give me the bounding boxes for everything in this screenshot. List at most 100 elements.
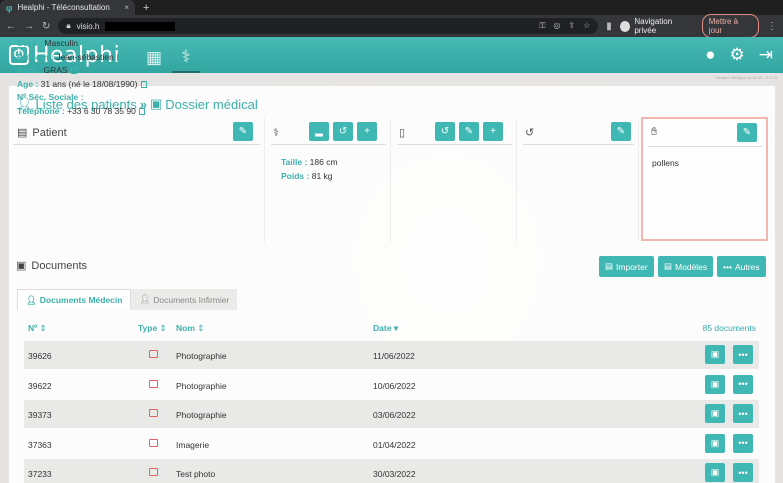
patient-info-list: Sexe : Masculin Prénom : Jean-sébastien No… (17, 37, 147, 118)
documents-icon: ▣ (16, 260, 27, 272)
doctor-icon[interactable]: ⚕ (172, 43, 200, 73)
copy-icon[interactable] (140, 80, 147, 88)
reload-icon[interactable]: ↻ (42, 21, 50, 32)
import-button[interactable]: ▤ Importer (599, 256, 654, 277)
sort-icon: ⇕ (159, 323, 167, 333)
height-value: 186 cm (309, 157, 338, 167)
tab-title: Healphi - Téléconsultation (17, 3, 110, 12)
document-name: Test photo (176, 469, 216, 479)
view-image-button[interactable]: ▣ (705, 433, 725, 453)
patient-field-label: Nom : (17, 65, 42, 75)
patient-field-value: Masculin (42, 38, 78, 48)
height-label: Taille : (281, 157, 308, 167)
patient-field-label: Nº Séc. Sociale : (17, 92, 84, 102)
private-mode-indicator[interactable]: Navigation privée (619, 17, 694, 35)
edit-history-button[interactable]: ✎ (611, 122, 631, 141)
row-more-button[interactable]: ••• (733, 404, 753, 423)
eye-off-icon[interactable]: ◎ (553, 21, 560, 31)
allergies-card: ✋︎ ✎ pollens (641, 117, 768, 241)
forward-icon[interactable]: → (24, 21, 34, 32)
view-image-button[interactable]: ▣ (705, 345, 725, 364)
document-name: Imagerie (176, 439, 210, 450)
edit-allergies-button[interactable]: ✎ (737, 123, 757, 142)
tab-nurse-documents[interactable]: 👤︎ Documents Infirmier (131, 289, 238, 310)
col-type-header[interactable]: Type ⇕ (138, 323, 167, 334)
templates-button[interactable]: ▤ Modèles (658, 256, 714, 277)
documents-title: Documents (31, 259, 88, 272)
row-more-button[interactable]: ••• (733, 345, 753, 364)
image-file-icon (149, 350, 158, 358)
divider (647, 146, 762, 147)
table-row[interactable]: 39622 Photographie 10/06/2022 ▣ ••• (24, 371, 759, 399)
col-number-header[interactable]: Nº ⇕ (28, 323, 47, 334)
copy-icon[interactable] (138, 107, 145, 115)
history-icon: ↺ (525, 127, 535, 139)
divider (13, 144, 260, 145)
vitals-chart-button[interactable]: ▂ (309, 122, 329, 141)
vitals-history-button[interactable]: ↺ (333, 122, 353, 141)
table-row[interactable]: 39373 Photographie 03/06/2022 ▣ ••• (24, 400, 759, 428)
share-icon[interactable]: ⇪ (568, 21, 575, 31)
hand-stop-icon: ✋︎ (651, 126, 658, 138)
bookmark-star-icon[interactable]: ☆ (583, 21, 590, 31)
browser-tab[interactable]: φ Healphi - Téléconsultation × (0, 0, 135, 15)
patient-field: Téléphone : +33 6 30 78 35 90 (17, 105, 147, 119)
image-file-icon (149, 379, 158, 388)
row-more-button[interactable]: ••• (733, 463, 753, 482)
view-image-button[interactable]: ▣ (705, 463, 725, 482)
back-icon[interactable]: ← (6, 21, 16, 32)
row-more-button[interactable]: ••• (733, 374, 753, 394)
edit-treatments-button[interactable]: ✎ (459, 122, 479, 141)
document-name: Photographie (176, 380, 227, 391)
medical-record-icon: ▣ (149, 96, 163, 111)
logout-icon[interactable]: ⇥ (759, 45, 773, 65)
treatments-card: ▯ ↺ ✎ + (393, 118, 517, 242)
view-image-button[interactable]: ▣ (705, 374, 725, 394)
allergies-text: pollens (652, 158, 679, 168)
edit-patient-button[interactable]: ✎ (233, 122, 253, 141)
user-account-icon[interactable]: ● (705, 45, 715, 65)
new-tab-button[interactable]: + (143, 2, 149, 14)
view-image-button[interactable]: ▣ (705, 404, 725, 423)
close-tab-icon[interactable]: × (124, 3, 129, 12)
row-more-button[interactable]: ••• (733, 433, 753, 453)
documents-tabs: 👤︎ Documents Médecin 👤︎ Documents Infirmie… (17, 289, 238, 310)
update-button[interactable]: Mettre à jour (701, 14, 759, 38)
app-version: Healphi WebApp v1.18.16 - 2.3.19 (715, 75, 777, 80)
sort-desc-icon: ▾ (393, 323, 399, 333)
table-row[interactable]: 37233 Test photo 30/03/2022 ▣ ••• (24, 459, 759, 483)
copy-icon[interactable] (70, 67, 77, 75)
ellipsis-icon: ••• (723, 261, 732, 272)
healphi-favicon-icon: φ (6, 2, 13, 13)
sidepanel-icon[interactable]: ▮ (606, 21, 612, 32)
patient-field-label: Sexe : (17, 38, 43, 48)
key-icon[interactable]: ⚿ (539, 21, 545, 31)
lock-icon: 🔒︎ (66, 21, 71, 30)
patient-field-label: Prénom : (17, 51, 54, 62)
image-file-icon (149, 438, 158, 447)
table-row[interactable]: 37363 Imagerie 01/04/2022 ▣ ••• (24, 430, 759, 458)
document-name: Photographie (176, 351, 227, 361)
treatments-history-button[interactable]: ↺ (435, 122, 455, 141)
patient-card: ▤ Patient ✎ (9, 118, 265, 242)
add-treatment-button[interactable]: + (483, 122, 503, 141)
breadcrumb-medical-record: Dossier médical (165, 96, 258, 112)
table-row[interactable]: 39626 Photographie 11/06/2022 ▣ ••• (24, 341, 759, 369)
copy-icon[interactable] (116, 53, 123, 61)
document-date: 11/06/2022 (373, 351, 415, 361)
clipboard-icon: ▯ (399, 127, 406, 139)
settings-gear-icon[interactable]: ⚙ (730, 45, 745, 65)
more-options-button[interactable]: ••• Autres (717, 256, 766, 277)
col-name-header[interactable]: Nom ⇕ (176, 323, 204, 334)
patient-field-value: Jean-sébastien (53, 51, 114, 62)
patient-field-label: Téléphone : (17, 105, 65, 116)
document-number: 39622 (28, 380, 52, 391)
address-bar[interactable]: 🔒︎ visio.h ⚿ ◎ ⇪ ☆ (58, 18, 599, 34)
document-date: 03/06/2022 (373, 410, 416, 420)
tab-doctor-documents[interactable]: 👤︎ Documents Médecin (17, 289, 132, 310)
document-number: 39626 (28, 351, 52, 361)
col-date-header[interactable]: Date ▾ (373, 323, 398, 334)
browser-menu-icon[interactable]: ⋮ (767, 21, 777, 32)
divider (271, 144, 386, 145)
add-vital-button[interactable]: + (357, 122, 377, 141)
